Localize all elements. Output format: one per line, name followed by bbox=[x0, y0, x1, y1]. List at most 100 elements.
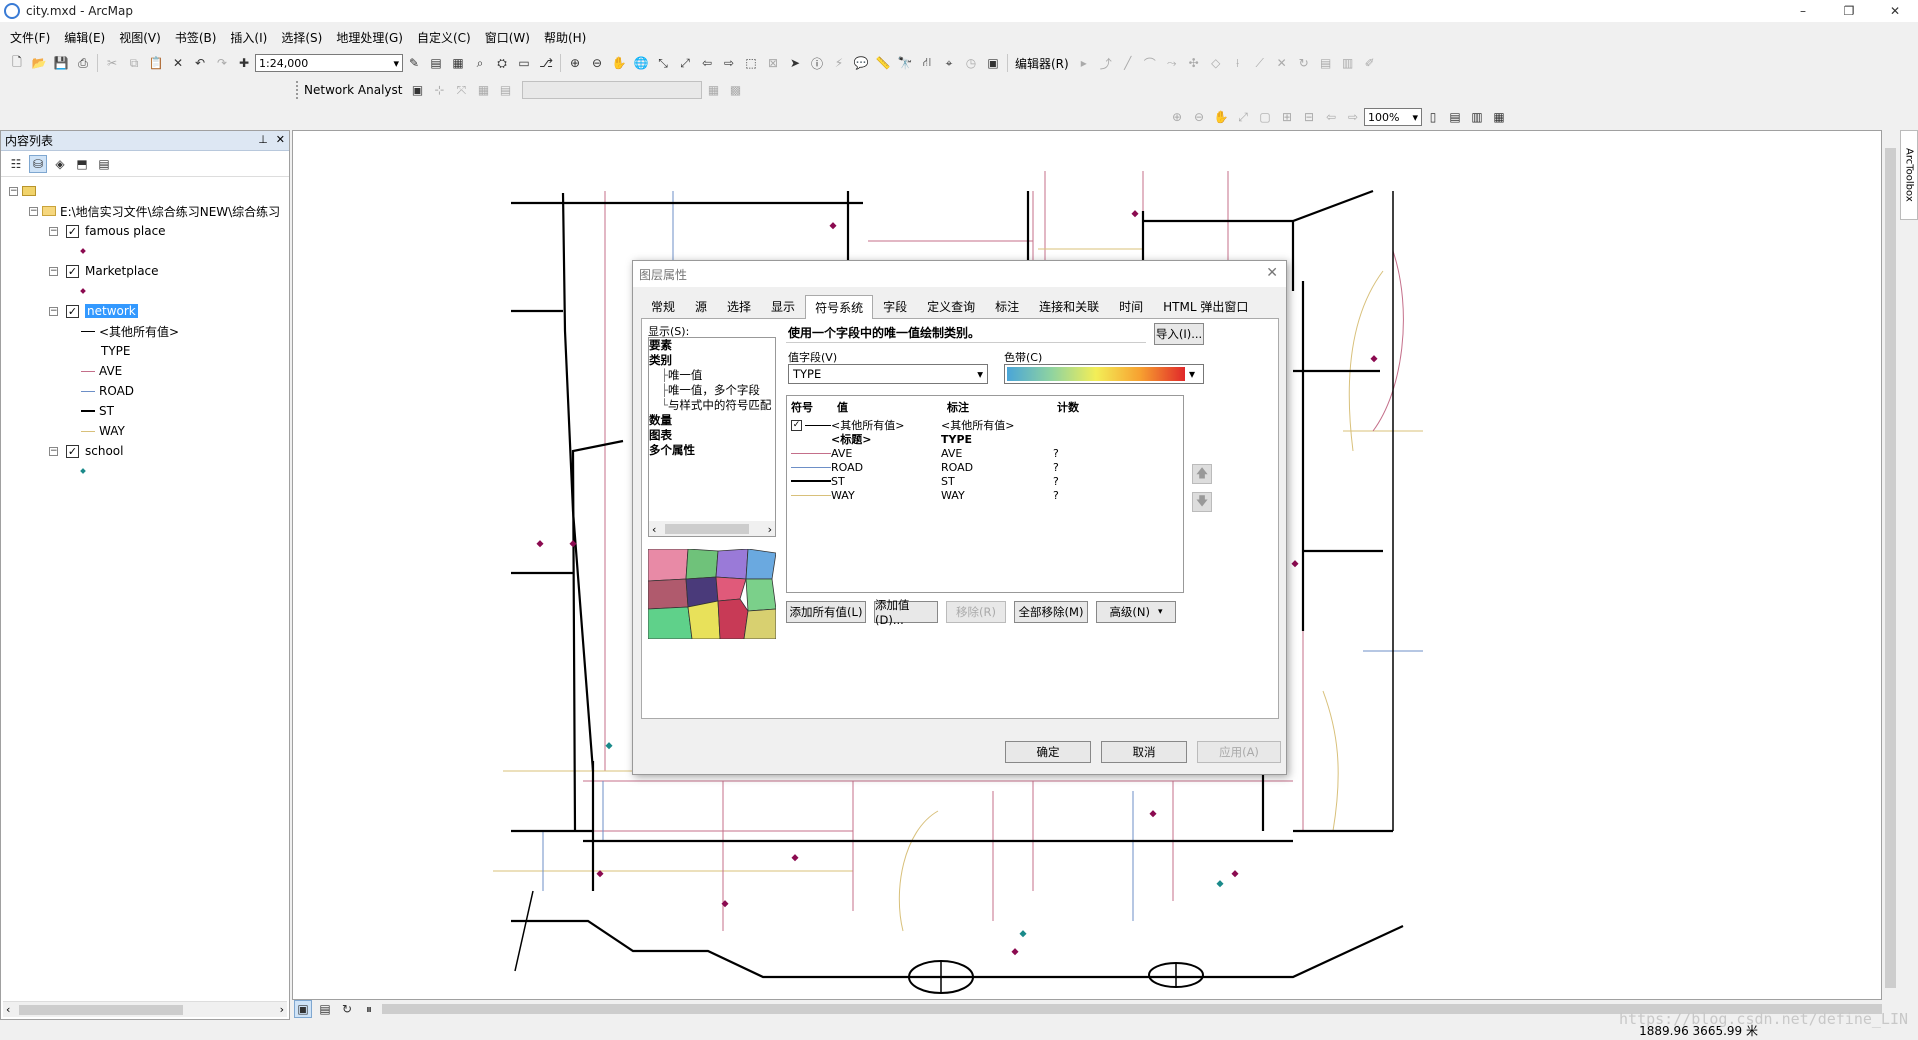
color-ramp-select[interactable]: ▾ bbox=[1004, 364, 1204, 384]
scroll-thumb[interactable] bbox=[665, 524, 749, 534]
menu-edit[interactable]: 编辑(E) bbox=[64, 29, 105, 46]
add-data-icon[interactable]: ✚ bbox=[235, 54, 253, 72]
collapse-icon[interactable]: − bbox=[9, 186, 18, 196]
list-by-selection-icon[interactable]: ⬒ bbox=[73, 155, 91, 173]
point-icon[interactable]: ✣ bbox=[1185, 54, 1203, 72]
minimize-button[interactable]: – bbox=[1780, 0, 1826, 22]
collapse-icon[interactable]: − bbox=[49, 446, 58, 456]
list-by-drawing-order-icon[interactable]: ☷ bbox=[7, 155, 25, 173]
layer-visibility-checkbox[interactable]: ✓ bbox=[66, 224, 79, 238]
map-vertical-scrollbar[interactable] bbox=[1882, 130, 1899, 1000]
forward-extent-icon[interactable]: ⇨ bbox=[720, 54, 738, 72]
scroll-left-icon[interactable]: ‹ bbox=[6, 1003, 10, 1016]
advanced-button[interactable]: 高级(N) ▾ bbox=[1096, 601, 1176, 623]
table-row[interactable]: AVE AVE ? bbox=[787, 446, 1183, 460]
show-item-categories[interactable]: 类别 bbox=[649, 353, 775, 368]
value-field-select[interactable]: TYPE ▾ bbox=[788, 364, 988, 384]
tab-display[interactable]: 显示 bbox=[761, 294, 805, 318]
find-icon[interactable]: 🔭 bbox=[896, 54, 914, 72]
menu-geoprocessing[interactable]: 地理处理(G) bbox=[336, 29, 403, 46]
next-extent-layout-icon[interactable]: ⇨ bbox=[1344, 108, 1362, 126]
table-row[interactable]: ST ST ? bbox=[787, 474, 1183, 488]
tab-fields[interactable]: 字段 bbox=[873, 294, 917, 318]
editor-toolbar-icon[interactable]: ✎ bbox=[405, 54, 423, 72]
show-item-multiple-attributes[interactable]: 多个属性 bbox=[649, 443, 775, 458]
layer-name[interactable]: school bbox=[85, 444, 123, 458]
remove-button[interactable]: 移除(R) bbox=[946, 601, 1006, 623]
tab-joins-relates[interactable]: 连接和关联 bbox=[1029, 294, 1109, 318]
toc-layer-famous-place[interactable]: − ✓ famous place bbox=[49, 223, 166, 239]
zoom-100-icon[interactable]: ▢ bbox=[1256, 108, 1274, 126]
layer-visibility-checkbox[interactable]: ✓ bbox=[66, 264, 79, 278]
layout-zoom-out-icon[interactable]: ⊖ bbox=[1190, 108, 1208, 126]
layout-view-icon[interactable]: ▤ bbox=[316, 1000, 334, 1018]
network-identify-icon[interactable]: ▩ bbox=[726, 81, 744, 99]
apply-button[interactable]: 应用(A) bbox=[1197, 741, 1281, 763]
dialog-close-icon[interactable]: ✕ bbox=[1266, 265, 1278, 281]
fixed-zoom-in-icon[interactable]: ⤡ bbox=[654, 54, 672, 72]
tab-selection[interactable]: 选择 bbox=[717, 294, 761, 318]
row-checkbox[interactable]: ✓ bbox=[791, 419, 802, 431]
toc-options-icon[interactable]: ▤ bbox=[95, 155, 113, 173]
menu-selection[interactable]: 选择(S) bbox=[281, 29, 322, 46]
menu-bookmarks[interactable]: 书签(B) bbox=[175, 29, 217, 46]
show-item-unique-many-fields[interactable]: ├唯一值，多个字段 bbox=[649, 383, 775, 398]
menu-file[interactable]: 文件(F) bbox=[10, 29, 50, 46]
find-route-icon[interactable]: ⛙ bbox=[918, 54, 936, 72]
layer-visibility-checkbox[interactable]: ✓ bbox=[66, 444, 79, 458]
collapse-icon[interactable]: − bbox=[49, 306, 58, 316]
split-icon[interactable]: ✕ bbox=[1273, 54, 1291, 72]
change-layout-icon[interactable]: ▥ bbox=[1468, 108, 1486, 126]
toc-horizontal-scrollbar[interactable]: ‹ › bbox=[3, 1001, 287, 1017]
arctoolbox-side-tab[interactable]: ArcToolbox bbox=[1900, 130, 1918, 220]
layout-zoom-in-icon[interactable]: ⊕ bbox=[1168, 108, 1186, 126]
zoom-in-icon[interactable]: ⊕ bbox=[566, 54, 584, 72]
scroll-right-icon[interactable]: › bbox=[280, 1003, 284, 1016]
html-popup-icon[interactable]: 💬 bbox=[852, 54, 870, 72]
remove-all-button[interactable]: 全部移除(M) bbox=[1014, 601, 1088, 623]
network-analyst-window-icon[interactable]: ▣ bbox=[408, 81, 426, 99]
tab-html-popup[interactable]: HTML 弹出窗口 bbox=[1153, 294, 1258, 318]
select-elements-icon[interactable]: ➤ bbox=[786, 54, 804, 72]
layer-name[interactable]: Marketplace bbox=[85, 264, 159, 278]
go-to-xy-icon[interactable]: ⌖ bbox=[940, 54, 958, 72]
time-slider-icon[interactable]: ◷ bbox=[962, 54, 980, 72]
fixed-zoom-out-layout-icon[interactable]: ⊟ bbox=[1300, 108, 1318, 126]
identify-icon[interactable]: ⓘ bbox=[808, 54, 826, 72]
data-view-icon[interactable]: ▣ bbox=[294, 1000, 312, 1018]
create-viewer-icon[interactable]: ▣ bbox=[984, 54, 1002, 72]
layout-pan-icon[interactable]: ✋ bbox=[1212, 108, 1230, 126]
arctoolbox-icon[interactable]: ⛭ bbox=[493, 54, 511, 72]
toggle-draft-mode-icon[interactable]: ▯ bbox=[1424, 108, 1442, 126]
reshape-icon[interactable]: ⟊ bbox=[1229, 54, 1247, 72]
scroll-left-icon[interactable]: ‹ bbox=[652, 522, 656, 536]
python-window-icon[interactable]: ▭ bbox=[515, 54, 533, 72]
redo-icon[interactable]: ↷ bbox=[213, 54, 231, 72]
new-document-icon[interactable]: 🗋 bbox=[8, 54, 26, 72]
tab-source[interactable]: 源 bbox=[685, 294, 717, 318]
model-builder-icon[interactable]: ⎇ bbox=[537, 54, 555, 72]
collapse-icon[interactable]: − bbox=[29, 206, 38, 216]
edit-vertices-icon[interactable]: ◇ bbox=[1207, 54, 1225, 72]
save-icon[interactable]: 💾 bbox=[52, 54, 70, 72]
sketch-properties-icon[interactable]: ▥ bbox=[1339, 54, 1357, 72]
cut-polygons-icon[interactable]: ⟋ bbox=[1251, 54, 1269, 72]
show-item-charts[interactable]: 图表 bbox=[649, 428, 775, 443]
menu-view[interactable]: 视图(V) bbox=[119, 29, 161, 46]
show-item-features[interactable]: 要素 bbox=[649, 338, 775, 353]
edit-tool-icon[interactable]: ▸ bbox=[1075, 54, 1093, 72]
copy-icon[interactable]: ⧉ bbox=[125, 54, 143, 72]
fixed-zoom-out-icon[interactable]: ⤢ bbox=[676, 54, 694, 72]
analysis-layer-select[interactable] bbox=[522, 81, 703, 99]
menu-customize[interactable]: 自定义(C) bbox=[417, 29, 471, 46]
open-folder-icon[interactable]: 📂 bbox=[30, 54, 48, 72]
list-by-visibility-icon[interactable]: ◈ bbox=[51, 155, 69, 173]
toc-layers-root[interactable]: − bbox=[9, 183, 36, 199]
show-item-match-style[interactable]: └与样式中的符号匹配 bbox=[649, 398, 775, 413]
full-extent-icon[interactable]: 🌐 bbox=[632, 54, 650, 72]
collapse-icon[interactable]: − bbox=[49, 266, 58, 276]
focus-data-frame-icon[interactable]: ▤ bbox=[1446, 108, 1464, 126]
layer-visibility-checkbox[interactable]: ✓ bbox=[66, 304, 79, 318]
measure-icon[interactable]: 📏 bbox=[874, 54, 892, 72]
layout-zoom-box[interactable]: 100% ▾ bbox=[1364, 108, 1422, 126]
